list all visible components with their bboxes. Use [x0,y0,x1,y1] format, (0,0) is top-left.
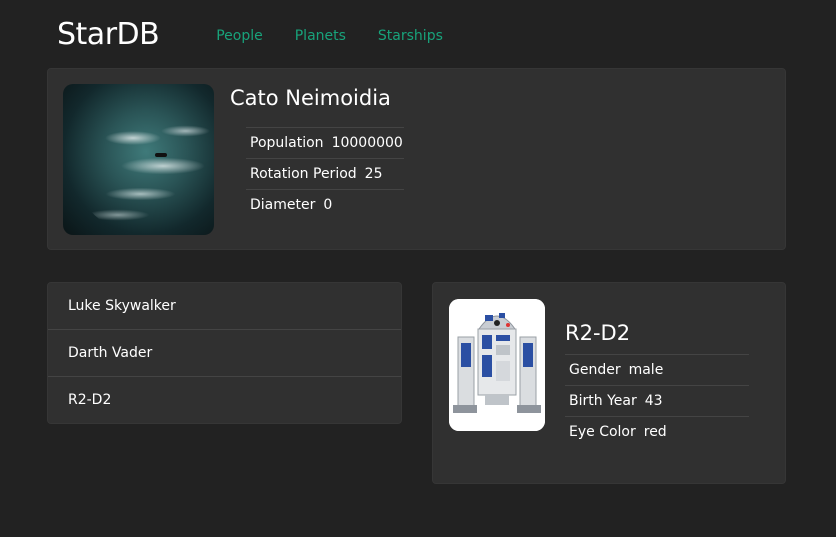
detail-label: Gender [569,362,621,378]
planet-detail-row: Diameter 0 [246,189,404,220]
detail-label: Rotation Period [250,166,357,182]
detail-value: 0 [323,197,333,213]
main-nav: People Planets Starships [216,28,475,44]
planet-image [63,84,214,235]
person-details-card: R2-D2 Gender male Birth Year 43 Eye Color r… [432,282,786,484]
list-item[interactable]: Luke Skywalker [48,283,401,330]
detail-label: Eye Color [569,424,636,440]
detail-label: Birth Year [569,393,637,409]
person-image [449,299,545,431]
nav-link-people[interactable]: People [216,28,263,44]
ship-silhouette [155,153,167,157]
planet-detail-row: Population 10000000 [246,127,404,158]
detail-value: 43 [644,393,663,409]
planet-detail-row: Rotation Period 25 [246,158,404,189]
detail-label: Diameter [250,197,316,213]
detail-label: Population [250,135,324,151]
person-details: Gender male Birth Year 43 Eye Color red [565,354,749,447]
person-detail-row: Birth Year 43 [565,385,749,416]
person-name: R2-D2 [565,321,631,345]
person-detail-row: Gender male [565,354,749,385]
planet-name: Cato Neimoidia [230,86,391,110]
list-item[interactable]: Darth Vader [48,330,401,377]
detail-value: red [643,424,667,440]
planet-details: Population 10000000 Rotation Period 25 Dia… [246,127,404,220]
detail-value: 25 [364,166,383,182]
nav-link-planets[interactable]: Planets [295,28,346,44]
planet-cloud-swirl [73,96,214,235]
random-planet-card: Cato Neimoidia Population 10000000 Rotati… [47,68,786,250]
person-detail-row: Eye Color red [565,416,749,447]
header: StarDB People Planets Starships [57,14,475,54]
people-list: Luke Skywalker Darth Vader R2-D2 [47,282,402,424]
list-item[interactable]: R2-D2 [48,377,401,424]
brand-logo[interactable]: StarDB [57,17,160,52]
r2d2-image [449,299,545,431]
detail-value: male [628,362,664,378]
detail-value: 10000000 [331,135,403,151]
nav-link-starships[interactable]: Starships [378,28,443,44]
